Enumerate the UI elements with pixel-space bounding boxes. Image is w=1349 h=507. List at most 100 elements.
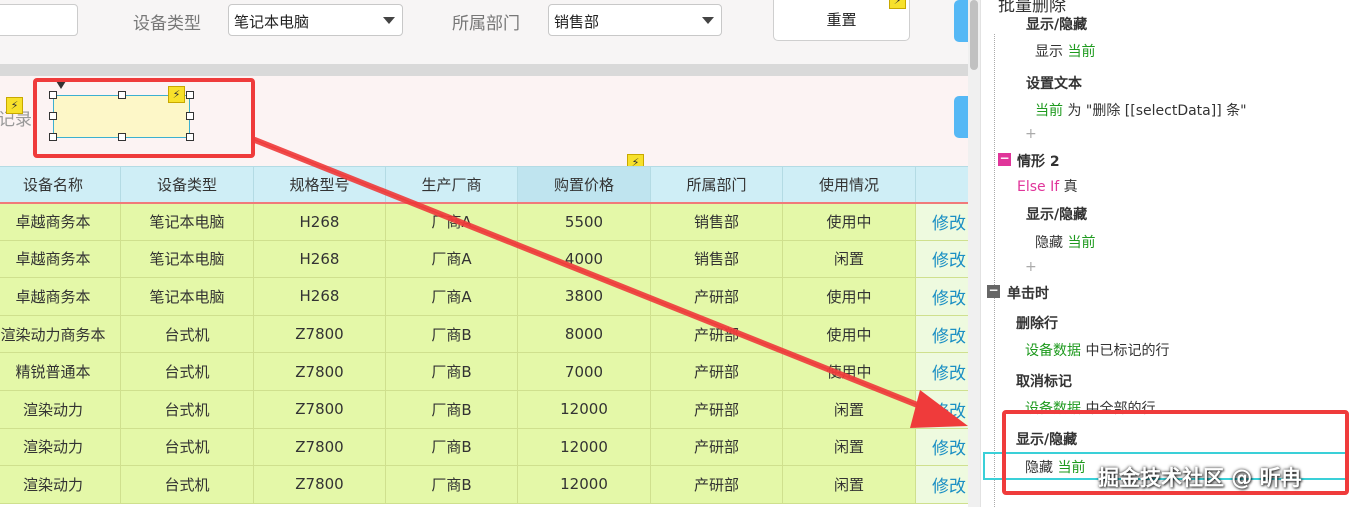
cell-dept: 产研部 (650, 427, 783, 467)
cell-name: 卓越商务本 (0, 239, 121, 279)
target-current: 当前 (1067, 235, 1096, 251)
scrollbar-thumb[interactable] (970, 0, 978, 70)
cell-status: 闲置 (782, 465, 916, 504)
device-type-label: 设备类型 (133, 14, 201, 34)
cell-price: 12000 (517, 465, 651, 504)
cell-dept: 产研部 (650, 314, 783, 354)
column-header[interactable]: 规格型号 (253, 166, 386, 203)
action-show-current[interactable]: 显示 当前 (1035, 41, 1095, 61)
name-filter-input[interactable] (0, 4, 78, 36)
cell-maker: 厂商A (385, 239, 518, 279)
add-action-plus[interactable]: + (1025, 126, 1037, 142)
cell-maker: 厂商B (385, 352, 518, 391)
table-row[interactable]: 卓越商务本 笔记本电脑 H268 厂商A 3800 产研部 使用中 修改 (0, 277, 986, 316)
cell-price: 12000 (517, 427, 651, 467)
tree-guide-line (994, 34, 995, 507)
column-header[interactable]: 设备类型 (120, 166, 254, 203)
case-2-heading[interactable]: 情形 2 (1017, 151, 1060, 171)
cell-dept: 产研部 (650, 465, 783, 504)
cell-model: H268 (253, 201, 386, 241)
cell-type: 笔记本电脑 (120, 201, 254, 241)
cell-maker: 厂商A (385, 277, 518, 316)
add-action-plus[interactable]: + (1025, 259, 1037, 275)
collapse-icon[interactable]: − (998, 152, 1011, 166)
department-select[interactable]: 销售部 (548, 4, 722, 36)
condition-true: 真 (1063, 179, 1078, 195)
action-hide-current[interactable]: 隐藏 当前 (1035, 232, 1095, 252)
table-row[interactable]: 精锐普通本 台式机 Z7800 厂商B 7000 产研部 使用中 修改 (0, 352, 986, 391)
cell-type: 笔记本电脑 (120, 277, 254, 316)
table-row[interactable]: 渲染动力商务本 台式机 Z7800 厂商B 8000 产研部 使用中 修改 (0, 314, 986, 354)
cell-dept: 产研部 (650, 277, 783, 316)
cell-type: 台式机 (120, 314, 254, 354)
cell-name: 渲染动力 (0, 427, 121, 467)
cell-status: 闲置 (782, 427, 916, 467)
table-row[interactable]: 渲染动力 台式机 Z7800 厂商B 12000 产研部 闲置 修改 (0, 465, 986, 504)
action-show-hide[interactable]: 显示/隐藏 (1026, 204, 1087, 224)
table-row[interactable]: 渲染动力 台式机 Z7800 厂商B 12000 产研部 闲置 修改 (0, 427, 986, 467)
column-header[interactable]: 所属部门 (650, 166, 783, 203)
cell-maker: 厂商B (385, 389, 518, 429)
action-delete-rows[interactable]: 删除行 (1016, 313, 1058, 333)
table-row[interactable]: 卓越商务本 笔记本电脑 H268 厂商A 5500 销售部 使用中 修改 (0, 201, 986, 241)
chevron-down-icon (702, 17, 714, 24)
as-word: 为 (1067, 103, 1082, 119)
cell-price: 7000 (517, 352, 651, 391)
action-unmark[interactable]: 取消标记 (1016, 371, 1072, 391)
cell-maker: 厂商B (385, 427, 518, 467)
cell-name: 卓越商务本 (0, 277, 121, 316)
lightning-icon[interactable]: ⚡ (6, 97, 23, 114)
cell-status: 使用中 (782, 352, 916, 391)
chevron-down-icon (383, 17, 395, 24)
cell-status: 闲置 (782, 239, 916, 279)
device-type-value: 笔记本电脑 (234, 13, 310, 31)
cell-type: 台式机 (120, 465, 254, 504)
lightning-icon[interactable]: ⚡ (889, 0, 906, 9)
table-row[interactable]: 渲染动力 台式机 Z7800 厂商B 12000 产研部 闲置 修改 (0, 389, 986, 429)
collapse-icon[interactable]: − (987, 284, 1000, 298)
watermark: 掘金技术社区 @ 昕冉 (1098, 466, 1302, 490)
cell-type: 笔记本电脑 (120, 239, 254, 279)
divider-band (0, 64, 980, 76)
cell-dept: 销售部 (650, 239, 783, 279)
column-header[interactable]: 使用情况 (782, 166, 916, 203)
highlight-box (33, 78, 255, 158)
action-set-text[interactable]: 设置文本 (1026, 73, 1082, 93)
cell-price: 8000 (517, 314, 651, 354)
column-header[interactable]: 设备名称 (0, 166, 121, 203)
cell-status: 闲置 (782, 389, 916, 429)
cell-name: 卓越商务本 (0, 201, 121, 241)
delete-rows-detail[interactable]: 设备数据 中已标记的行 (1025, 340, 1169, 360)
on-click-heading[interactable]: 单击时 (1007, 283, 1049, 303)
cell-price: 3800 (517, 277, 651, 316)
department-label: 所属部门 (452, 14, 520, 34)
cell-status: 使用中 (782, 201, 916, 241)
column-header[interactable]: 生产厂商 (385, 166, 518, 203)
set-text-detail[interactable]: 当前 为 "删除 [[selectData]] 条" (1035, 100, 1247, 120)
device-type-select[interactable]: 笔记本电脑 (228, 4, 403, 36)
cell-type: 台式机 (120, 389, 254, 429)
cell-name: 精锐普通本 (0, 352, 121, 391)
cell-dept: 销售部 (650, 201, 783, 241)
cell-model: H268 (253, 239, 386, 279)
cell-model: Z7800 (253, 465, 386, 504)
marked-rows-text: 中已标记的行 (1085, 343, 1170, 359)
action-verb: 隐藏 (1035, 235, 1063, 251)
department-value: 销售部 (554, 13, 600, 31)
device-table: 设备名称 设备类型 规格型号 生产厂商 购置价格 所属部门 使用情况 卓越商务本… (0, 166, 986, 504)
cell-model: H268 (253, 277, 386, 316)
table-row[interactable]: 卓越商务本 笔记本电脑 H268 厂商A 4000 销售部 闲置 修改 (0, 239, 986, 279)
cell-status: 使用中 (782, 314, 916, 354)
scrollbar[interactable] (968, 0, 980, 507)
action-show-hide-heading[interactable]: 显示/隐藏 (1026, 14, 1087, 34)
cell-status: 使用中 (782, 277, 916, 316)
filter-bar: 设备类型 笔记本电脑 所属部门 销售部 重置 ⚡ (0, 0, 980, 64)
target-device-data: 设备数据 (1025, 343, 1081, 359)
column-header[interactable]: 购置价格 (517, 166, 651, 203)
cell-name: 渲染动力商务本 (0, 314, 121, 354)
target-current: 当前 (1067, 44, 1096, 60)
cell-maker: 厂商A (385, 201, 518, 241)
cell-price: 5500 (517, 201, 651, 241)
cell-maker: 厂商B (385, 465, 518, 504)
cell-dept: 产研部 (650, 352, 783, 391)
